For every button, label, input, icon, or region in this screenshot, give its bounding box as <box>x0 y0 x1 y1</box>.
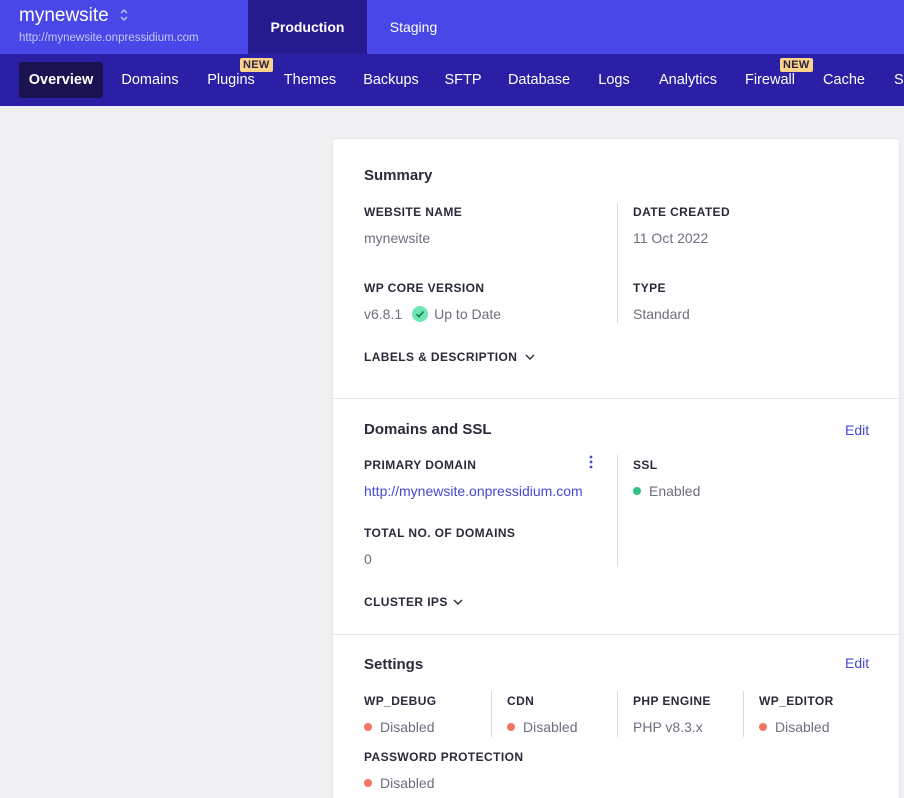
tab-production[interactable]: Production <box>248 0 367 54</box>
date-created-label: DATE CREATED <box>633 205 731 219</box>
nav-themes[interactable]: Themes <box>280 62 340 98</box>
cluster-ips-label: CLUSTER IPS <box>364 595 448 609</box>
site-overview-card: Summary WEBSITE NAME mynewsite DATE CREA… <box>332 138 901 798</box>
firewall-new-badge: NEW <box>780 58 813 72</box>
tab-staging[interactable]: Staging <box>367 0 460 54</box>
summary-title: Summary <box>364 167 433 184</box>
settings-title: Settings <box>364 656 424 673</box>
settings-column-divider <box>617 691 618 737</box>
type-label: TYPE <box>633 281 666 295</box>
website-name-value: mynewsite <box>364 230 431 246</box>
cdn-label: CDN <box>507 694 535 708</box>
status-dot-disabled-icon <box>364 779 372 788</box>
nav-backups[interactable]: Backups <box>358 62 424 98</box>
site-name[interactable]: mynewsite <box>19 6 109 26</box>
site-switch-chevrons-icon[interactable] <box>120 8 128 22</box>
chevron-down-icon <box>453 599 463 605</box>
domains-ssl-title: Domains and SSL <box>364 421 492 438</box>
ssl-label: SSL <box>633 458 658 472</box>
cluster-ips-toggle[interactable]: CLUSTER IPS <box>364 595 463 609</box>
site-nav-bar: Overview Domains Plugins NEW Themes Back… <box>0 54 904 106</box>
wp-core-version-label: WP CORE VERSION <box>364 281 485 295</box>
domains-column-divider <box>617 455 618 567</box>
date-created-value: 11 Oct 2022 <box>633 230 709 246</box>
plugins-new-badge: NEW <box>240 58 273 72</box>
status-dot-disabled-icon <box>759 723 767 732</box>
password-protection-label: PASSWORD PROTECTION <box>364 750 524 764</box>
top-header: mynewsite http://mynewsite.onpressidium.… <box>0 0 904 54</box>
nav-logs[interactable]: Logs <box>593 62 635 98</box>
wp-editor-status-text: Disabled <box>775 719 830 735</box>
nav-sftp[interactable]: SFTP <box>442 62 484 98</box>
status-dot-disabled-icon <box>507 723 515 732</box>
nav-analytics[interactable]: Analytics <box>653 62 723 98</box>
php-engine-label: PHP ENGINE <box>633 694 711 708</box>
check-circle-icon <box>412 306 429 323</box>
type-value: Standard <box>633 306 690 322</box>
php-engine-value: PHP v8.3.x <box>633 719 703 735</box>
wp-core-version-number: v6.8.1 <box>364 306 403 322</box>
primary-domain-link[interactable]: http://mynewsite.onpressidium.com <box>364 483 583 499</box>
wp-editor-status: Disabled <box>759 719 829 735</box>
status-dot-enabled-icon <box>633 487 641 496</box>
settings-column-divider <box>743 691 744 737</box>
wp-editor-label: WP_EDITOR <box>759 694 834 708</box>
summary-column-divider <box>617 203 618 323</box>
status-dot-disabled-icon <box>364 723 372 732</box>
wp-core-status: Up to Date <box>434 306 502 322</box>
nav-overview[interactable]: Overview <box>19 62 103 98</box>
wp-debug-label: WP_DEBUG <box>364 694 437 708</box>
total-domains-value: 0 <box>364 551 372 567</box>
nav-database[interactable]: Database <box>503 62 575 98</box>
chevron-down-icon <box>525 354 535 360</box>
domains-edit-link[interactable]: Edit <box>845 422 869 438</box>
wp-core-version-value: v6.8.1 Up to Date <box>364 306 501 323</box>
cdn-status-text: Disabled <box>523 719 578 735</box>
settings-edit-link[interactable]: Edit <box>845 655 869 671</box>
password-protection-status-text: Disabled <box>380 775 435 791</box>
password-protection-status: Disabled <box>364 775 434 791</box>
wp-debug-status-text: Disabled <box>380 719 435 735</box>
settings-column-divider <box>491 691 492 737</box>
primary-domain-kebab-menu-icon[interactable] <box>589 455 593 469</box>
nav-cache[interactable]: Cache <box>818 62 870 98</box>
site-url[interactable]: http://mynewsite.onpressidium.com <box>19 31 248 45</box>
primary-domain-label: PRIMARY DOMAIN <box>364 458 477 472</box>
ssl-status: Enabled <box>633 483 700 499</box>
labels-description-label: LABELS & DESCRIPTION <box>364 350 518 364</box>
nav-settings-truncated[interactable]: Se <box>888 62 904 98</box>
section-divider <box>333 634 901 635</box>
wp-debug-status: Disabled <box>364 719 434 735</box>
labels-description-toggle[interactable]: LABELS & DESCRIPTION <box>364 350 535 364</box>
total-domains-label: TOTAL NO. OF DOMAINS <box>364 526 516 540</box>
ssl-status-text: Enabled <box>649 483 701 499</box>
section-divider <box>333 398 901 399</box>
cdn-status: Disabled <box>507 719 577 735</box>
site-switcher[interactable]: mynewsite http://mynewsite.onpressidium.… <box>0 0 248 54</box>
website-name-label: WEBSITE NAME <box>364 205 463 219</box>
nav-domains[interactable]: Domains <box>115 62 185 98</box>
